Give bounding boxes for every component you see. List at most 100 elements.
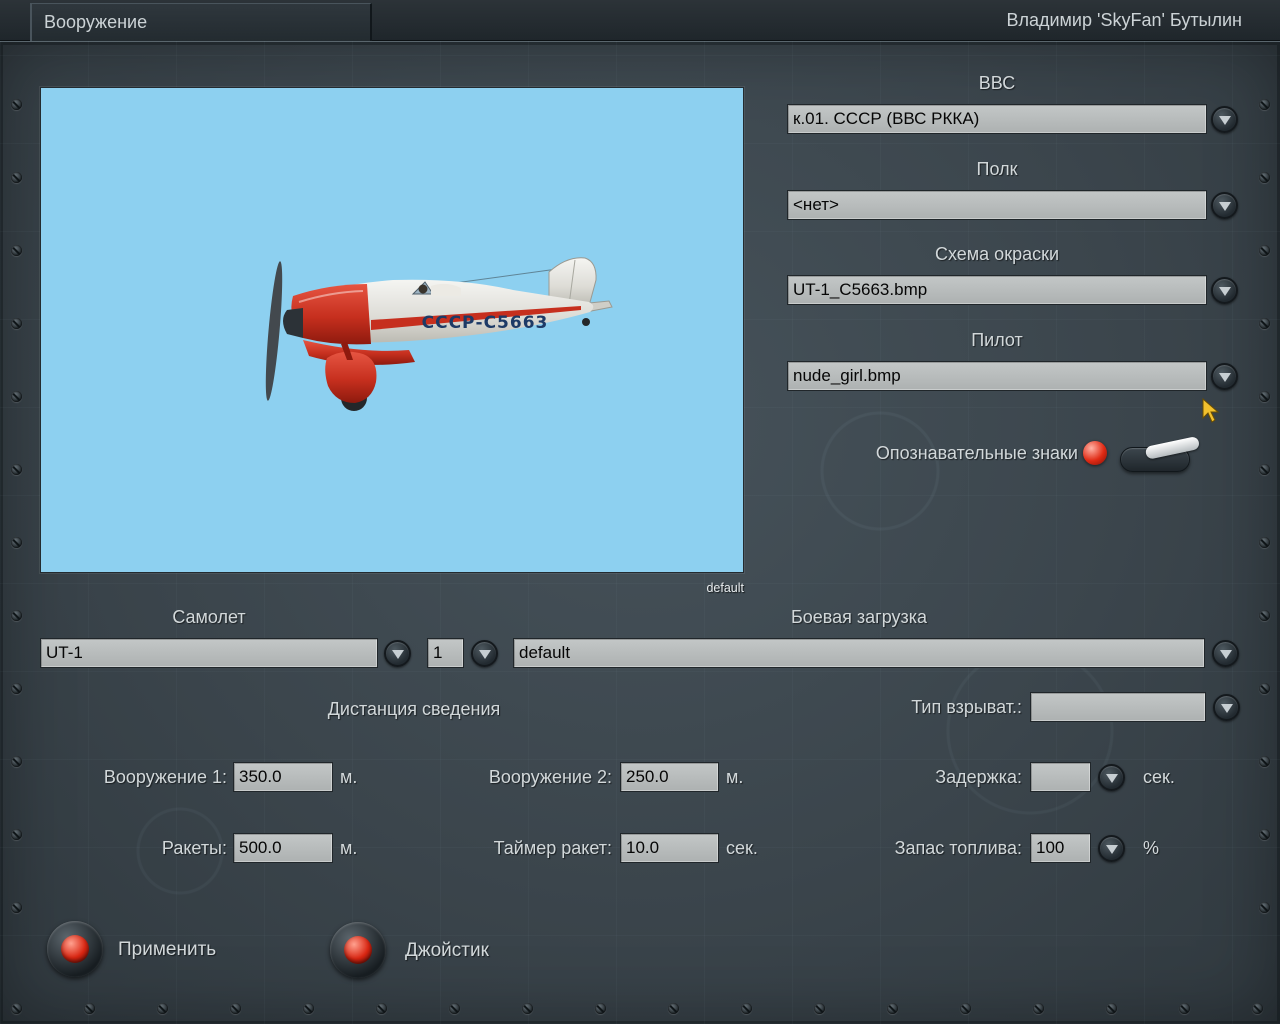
weapon2-input[interactable] <box>620 762 719 792</box>
loadout-label: Боевая загрузка <box>790 607 928 627</box>
rivet <box>11 610 22 621</box>
pilot-dropdown-button[interactable] <box>1211 363 1238 390</box>
weapon1-input[interactable] <box>233 762 333 792</box>
rivet <box>1259 318 1270 329</box>
rivet <box>11 245 22 256</box>
chevron-down-icon <box>1220 704 1233 713</box>
rivet <box>1259 172 1270 183</box>
fuel-select[interactable] <box>1030 833 1091 863</box>
delay-label: Задержка: <box>935 767 1022 787</box>
chevron-down-icon <box>1218 373 1231 382</box>
skin-dropdown-button[interactable] <box>1211 277 1238 304</box>
delay-select[interactable] <box>1030 762 1091 792</box>
weapon2-label: Вооружение 2: <box>488 767 612 787</box>
joystick-button[interactable] <box>330 922 386 978</box>
fuse-label: Тип взрыват.: <box>911 697 1022 717</box>
rivet <box>11 172 22 183</box>
rivet <box>1179 1003 1190 1014</box>
apply-button-label: Применить <box>118 939 217 960</box>
rivet <box>960 1003 971 1014</box>
vvs-label: ВВС <box>978 73 1016 93</box>
skin-label: Схема окраски <box>934 244 1060 264</box>
delay-dropdown-button[interactable] <box>1098 764 1125 791</box>
weapon2-unit: м. <box>726 767 744 787</box>
armament-screen: Вооружение Владимир 'SkyFan' Бутылин ССС… <box>0 0 1280 1024</box>
vvs-select[interactable]: к.01. СССР (ВВС РККА) <box>787 104 1207 134</box>
rivet <box>157 1003 168 1014</box>
vvs-dropdown-button[interactable] <box>1211 106 1238 133</box>
aircraft-select[interactable]: UT-1 <box>40 638 378 668</box>
aircraft-dropdown-button[interactable] <box>384 640 411 667</box>
fuel-unit: % <box>1143 838 1160 858</box>
chevron-down-icon <box>1105 845 1118 854</box>
convergence-title: Дистанция сведения <box>327 699 501 719</box>
rockets-input[interactable] <box>233 833 333 863</box>
rivet <box>376 1003 387 1014</box>
rivet <box>1259 756 1270 767</box>
rocket-timer-input[interactable] <box>620 833 719 863</box>
rivet <box>1033 1003 1044 1014</box>
skin-select[interactable]: UT-1_C5663.bmp <box>787 275 1207 305</box>
chevron-down-icon <box>391 650 404 659</box>
aircraft-count-select[interactable]: 1 <box>427 638 464 668</box>
rocket-timer-unit: сек. <box>726 838 758 858</box>
pilot-value: nude_girl.bmp <box>793 366 901 385</box>
rivet <box>887 1003 898 1014</box>
player-name: Владимир 'SkyFan' Бутылин <box>1006 10 1242 30</box>
rivet <box>11 829 22 840</box>
apply-button[interactable] <box>47 921 103 977</box>
rivet <box>1259 464 1270 475</box>
fuse-select[interactable] <box>1030 692 1206 722</box>
mouse-cursor <box>1202 397 1220 429</box>
vvs-value: к.01. СССР (ВВС РККА) <box>793 109 980 128</box>
rivet <box>11 464 22 475</box>
fuel-label: Запас топлива: <box>894 838 1022 858</box>
regiment-dropdown-button[interactable] <box>1211 192 1238 219</box>
rivet <box>11 902 22 913</box>
pilot-label: Пилот <box>971 330 1023 350</box>
rivet <box>1259 902 1270 913</box>
rivet <box>1259 537 1270 548</box>
aircraft-label: Самолет <box>172 607 246 627</box>
loadout-dropdown-button[interactable] <box>1212 640 1239 667</box>
rivet <box>1252 1003 1263 1014</box>
chevron-down-icon <box>1218 202 1231 211</box>
red-lamp-icon <box>61 935 89 963</box>
rivet <box>11 391 22 402</box>
rivet <box>230 1003 241 1014</box>
joystick-button-label: Джойстик <box>405 940 489 961</box>
chevron-down-icon <box>1219 650 1232 659</box>
aircraft-image: СССР-С5663 <box>265 257 613 411</box>
rivet <box>1259 245 1270 256</box>
rivet <box>11 537 22 548</box>
rocket-timer-label: Таймер ракет: <box>493 838 612 858</box>
top-bar: Вооружение Владимир 'SkyFan' Бутылин <box>0 0 1280 41</box>
rivet <box>449 1003 460 1014</box>
pilot-select[interactable]: nude_girl.bmp <box>787 361 1207 391</box>
rivet <box>11 1003 22 1014</box>
fuel-dropdown-button[interactable] <box>1098 835 1125 862</box>
rivet <box>11 318 22 329</box>
weapon1-label: Вооружение 1: <box>103 767 227 787</box>
rivet <box>1259 683 1270 694</box>
fuse-dropdown-button[interactable] <box>1213 694 1240 721</box>
markings-indicator-lamp <box>1083 441 1107 465</box>
weapon1-unit: м. <box>340 767 358 787</box>
tab-armament[interactable]: Вооружение <box>30 3 372 41</box>
rivet <box>11 99 22 110</box>
rivet <box>522 1003 533 1014</box>
aircraft-marking: СССР-С5663 <box>422 313 549 333</box>
chevron-down-icon <box>1105 774 1118 783</box>
aircraft-preview: СССР-С5663 <box>40 87 744 573</box>
aircraft-count-dropdown-button[interactable] <box>471 640 498 667</box>
delay-unit: сек. <box>1143 767 1175 787</box>
preview-caption: default <box>706 581 744 595</box>
rivet <box>11 683 22 694</box>
rivet <box>668 1003 679 1014</box>
rockets-label: Ракеты: <box>161 838 227 858</box>
regiment-select[interactable]: <нет> <box>787 190 1207 220</box>
loadout-select[interactable]: default <box>513 638 1205 668</box>
chevron-down-icon <box>1218 287 1231 296</box>
regiment-label: Полк <box>976 159 1018 179</box>
rivet <box>84 1003 95 1014</box>
